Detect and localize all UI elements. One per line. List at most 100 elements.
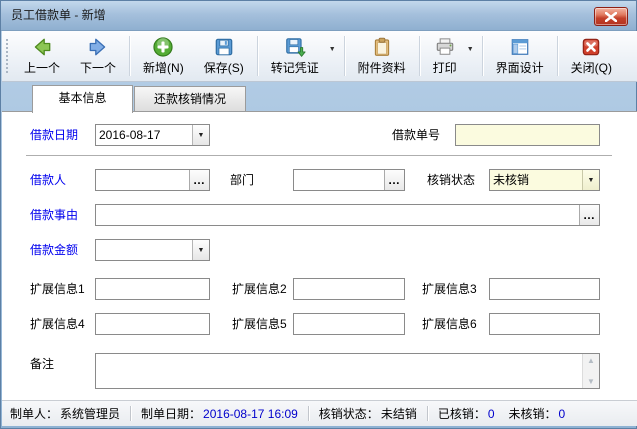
creator-status: 制单人： 系统管理员 bbox=[10, 405, 120, 422]
department-lookup-button[interactable]: … bbox=[384, 170, 404, 190]
status-separator bbox=[427, 406, 428, 421]
borrower-lookup-button[interactable]: … bbox=[189, 170, 209, 190]
attachment-button[interactable]: 附件资料 bbox=[348, 33, 416, 79]
ext4-input[interactable] bbox=[95, 313, 210, 335]
toolbar-separator bbox=[557, 36, 558, 76]
loan-no-label: 借款单号 bbox=[392, 124, 440, 146]
unverified-count-value: 0 bbox=[559, 407, 566, 421]
department-input[interactable] bbox=[294, 170, 384, 190]
add-button[interactable]: 新增(N) bbox=[133, 33, 194, 79]
department-field: … bbox=[293, 169, 405, 191]
toolbar-separator bbox=[419, 36, 420, 76]
voucher-floppy-icon bbox=[284, 36, 306, 58]
app-window: 员工借款单 - 新增 上一个 下一个 bbox=[0, 0, 637, 429]
status-separator bbox=[308, 406, 309, 421]
clipboard-icon bbox=[371, 36, 393, 58]
window-title: 员工借款单 - 新增 bbox=[11, 1, 106, 30]
chevron-down-icon[interactable]: ▼ bbox=[192, 125, 209, 145]
unverified-count: 未核销： 0 bbox=[509, 405, 566, 422]
ext3-input[interactable] bbox=[489, 278, 600, 300]
save-floppy-icon bbox=[213, 36, 235, 58]
loan-amount-value bbox=[96, 240, 192, 260]
made-date-status-value: 2016-08-17 16:09 bbox=[203, 407, 298, 421]
status-bar: 制单人： 系统管理员 制单日期： 2016-08-17 16:09 核销状态： … bbox=[2, 400, 637, 426]
verify-status-combobox[interactable]: 未核销 ▼ bbox=[489, 169, 600, 191]
window-close-button[interactable] bbox=[594, 7, 628, 26]
toolbar-separator bbox=[257, 36, 258, 76]
ext5-input[interactable] bbox=[293, 313, 405, 335]
add-circle-icon bbox=[152, 36, 174, 58]
add-label: 新增(N) bbox=[143, 59, 184, 76]
print-button[interactable]: 打印 bbox=[423, 33, 467, 79]
voucher-label: 转记凭证 bbox=[271, 59, 319, 76]
status-separator bbox=[130, 406, 131, 421]
toolbar-separator bbox=[129, 36, 130, 76]
verified-count-label: 已核销： bbox=[438, 405, 486, 422]
close-red-icon bbox=[580, 36, 602, 58]
print-label: 打印 bbox=[433, 59, 457, 76]
close-x-icon bbox=[605, 12, 617, 22]
remark-textarea[interactable] bbox=[96, 354, 582, 388]
toolbar-grip[interactable] bbox=[6, 39, 11, 73]
loan-amount-label: 借款金额 bbox=[30, 239, 78, 261]
close-button[interactable]: 关闭(Q) bbox=[561, 33, 622, 79]
unverified-count-label: 未核销： bbox=[509, 405, 557, 422]
remark-scrollbar[interactable]: ▲ ▼ bbox=[582, 354, 599, 388]
verify-status-value: 未结销 bbox=[381, 405, 417, 422]
ext5-label: 扩展信息5 bbox=[232, 313, 287, 335]
ext2-label: 扩展信息2 bbox=[232, 278, 287, 300]
basic-info-panel: 借款日期 2016-08-17 ▼ 借款单号 借款人 … 部门 … 核销状态 未… bbox=[2, 111, 637, 400]
ext4-label: 扩展信息4 bbox=[30, 313, 85, 335]
ext6-input[interactable] bbox=[489, 313, 600, 335]
loan-amount-combobox[interactable]: ▼ bbox=[95, 239, 210, 261]
loan-reason-input[interactable] bbox=[96, 205, 579, 225]
borrower-input[interactable] bbox=[96, 170, 189, 190]
creator-status-label: 制单人： bbox=[10, 405, 58, 422]
borrower-field: … bbox=[95, 169, 210, 191]
ui-design-label: 界面设计 bbox=[496, 59, 544, 76]
ext1-input[interactable] bbox=[95, 278, 210, 300]
next-label: 下一个 bbox=[80, 59, 116, 76]
chevron-down-icon[interactable]: ▼ bbox=[582, 170, 599, 190]
arrow-right-icon bbox=[87, 36, 109, 58]
loan-date-combobox[interactable]: 2016-08-17 ▼ bbox=[95, 124, 210, 146]
loan-no-input[interactable] bbox=[455, 124, 600, 146]
loan-date-value: 2016-08-17 bbox=[96, 125, 192, 145]
ext1-label: 扩展信息1 bbox=[30, 278, 85, 300]
print-dropdown-caret-icon[interactable]: ▼ bbox=[467, 33, 479, 79]
tab-basic-info[interactable]: 基本信息 bbox=[32, 85, 133, 113]
ui-design-button[interactable]: 界面设计 bbox=[486, 33, 554, 79]
attachment-label: 附件资料 bbox=[358, 59, 406, 76]
borrower-label: 借款人 bbox=[30, 169, 66, 191]
loan-reason-label: 借款事由 bbox=[30, 204, 78, 226]
next-button[interactable]: 下一个 bbox=[70, 33, 126, 79]
voucher-dropdown-caret-icon[interactable]: ▼ bbox=[329, 33, 341, 79]
title-bar[interactable]: 员工借款单 - 新增 bbox=[1, 1, 636, 31]
loan-reason-field: … bbox=[95, 204, 600, 226]
printer-icon bbox=[434, 36, 456, 58]
verify-status-value: 未核销 bbox=[490, 170, 582, 190]
scroll-down-icon[interactable]: ▼ bbox=[587, 377, 595, 386]
tab-repayment[interactable]: 还款核销情况 bbox=[134, 86, 246, 112]
save-button[interactable]: 保存(S) bbox=[194, 33, 254, 79]
made-date-status: 制单日期： 2016-08-17 16:09 bbox=[141, 405, 298, 422]
loan-date-label: 借款日期 bbox=[30, 124, 78, 146]
chevron-down-icon[interactable]: ▼ bbox=[192, 240, 209, 260]
creator-status-value: 系统管理员 bbox=[60, 405, 120, 422]
loan-reason-lookup-button[interactable]: … bbox=[579, 205, 599, 225]
verify-status-label: 核销状态： bbox=[319, 405, 379, 422]
ext2-input[interactable] bbox=[293, 278, 405, 300]
remark-field: ▲ ▼ bbox=[95, 353, 600, 389]
remark-label: 备注 bbox=[30, 353, 54, 375]
form-separator bbox=[26, 155, 612, 156]
verified-count-value: 0 bbox=[488, 407, 495, 421]
ext3-label: 扩展信息3 bbox=[422, 278, 477, 300]
arrow-left-icon bbox=[31, 36, 53, 58]
verified-count: 已核销： 0 bbox=[438, 405, 495, 422]
toolbar-separator bbox=[344, 36, 345, 76]
made-date-status-label: 制单日期： bbox=[141, 405, 201, 422]
prev-button[interactable]: 上一个 bbox=[14, 33, 70, 79]
scroll-up-icon[interactable]: ▲ bbox=[587, 356, 595, 365]
department-label: 部门 bbox=[230, 169, 254, 191]
voucher-button[interactable]: 转记凭证 bbox=[261, 33, 329, 79]
